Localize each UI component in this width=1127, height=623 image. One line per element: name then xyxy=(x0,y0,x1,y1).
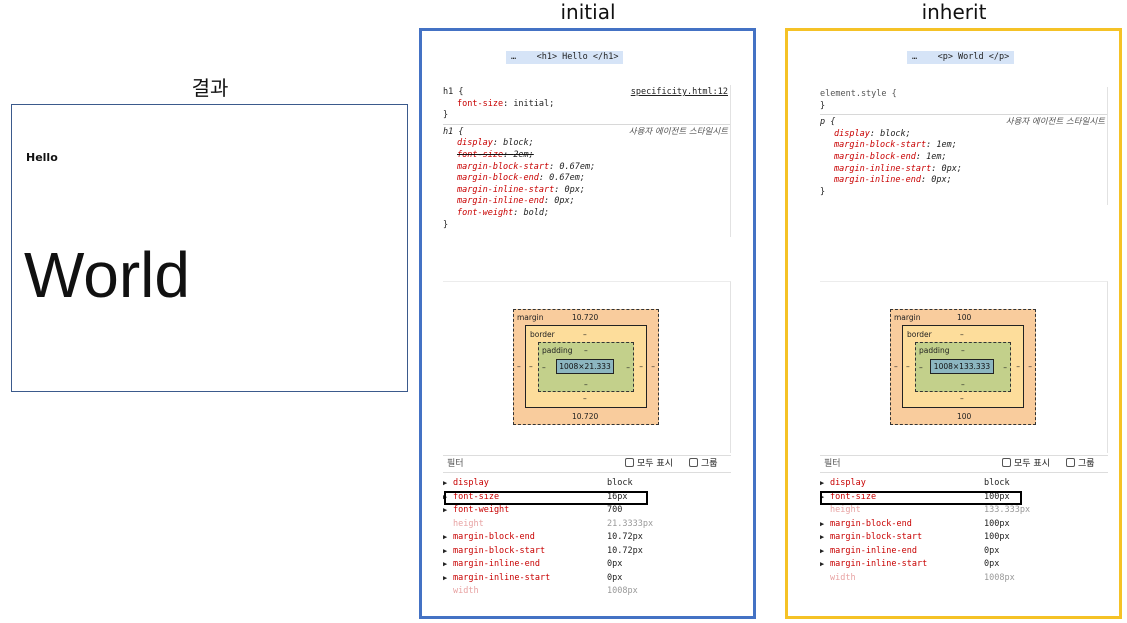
box-padding[interactable]: padding – – – – 1008×133.333 xyxy=(915,342,1011,392)
expand-triangle-icon: ▶ xyxy=(443,573,448,582)
declaration[interactable]: margin-inline-start: 0px; xyxy=(820,164,1107,176)
declaration[interactable]: font-size: initial; xyxy=(443,99,730,111)
filter-input[interactable]: 필터 xyxy=(447,456,464,473)
expand-triangle-icon: ▶ xyxy=(820,533,825,541)
checkbox-icon xyxy=(1002,458,1011,467)
rule-source-link[interactable]: specificity.html:12 xyxy=(631,87,728,99)
rule-close: } xyxy=(443,110,449,121)
declaration[interactable]: margin-inline-end: 0px; xyxy=(443,196,730,208)
filter-input[interactable]: 필터 xyxy=(824,456,841,473)
element-breadcrumb[interactable]: … <h1> Hello </h1> xyxy=(506,51,624,64)
show-all-checkbox[interactable]: 모두 표시 xyxy=(625,456,673,473)
style-rule-p-user-agent: p { 사용자 에이전트 스타일시트 display: block; margi… xyxy=(820,115,1107,200)
expand-triangle-icon: ▶ xyxy=(443,479,448,487)
expand-triangle-icon: ▶ xyxy=(443,506,448,514)
style-rule-h1-author: h1 { specificity.html:12 font-size: init… xyxy=(443,85,730,125)
declaration[interactable]: margin-inline-end: 0px; xyxy=(820,175,1107,187)
box-border[interactable]: border – – – – padding – – – – 1008×21.3… xyxy=(525,325,647,408)
expand-triangle-icon: ▶ xyxy=(820,519,825,528)
box-model-diagram: margin 100 100 – – border – – – – paddin… xyxy=(820,281,1108,453)
style-rule-element-style: element.style { } xyxy=(820,87,1107,116)
inherit-title: inherit xyxy=(921,0,987,24)
rule-source-user-agent: 사용자 에이전트 스타일시트 xyxy=(628,126,728,137)
box-border[interactable]: border – – – – padding – – – – 1008×133.… xyxy=(902,325,1024,408)
expand-triangle-icon: ▶ xyxy=(820,560,825,568)
expand-triangle-icon: ▶ xyxy=(443,546,448,555)
font-size-highlight xyxy=(444,491,648,505)
computed-row[interactable]: ▶ display block xyxy=(443,477,731,491)
checkbox-icon xyxy=(1066,458,1075,467)
rule-close: } xyxy=(820,186,826,197)
declaration[interactable]: margin-block-end: 1em; xyxy=(820,152,1107,164)
declaration[interactable]: margin-block-start: 1em; xyxy=(820,140,1107,152)
rule-close: } xyxy=(443,219,449,230)
computed-row[interactable]: ▶ margin-inline-start 0px xyxy=(820,558,1108,572)
computed-row[interactable]: ▶ margin-inline-end 0px xyxy=(820,545,1108,559)
computed-row[interactable]: ▶ margin-block-start 10.72px xyxy=(443,545,731,559)
computed-row[interactable]: ▶ margin-block-start 100px xyxy=(820,531,1108,545)
box-margin[interactable]: margin 100 100 – – border – – – – paddin… xyxy=(890,309,1036,425)
group-checkbox[interactable]: 그룹 xyxy=(689,456,718,473)
computed-filter-bar: 필터 모두 표시 그룹 xyxy=(820,455,1108,473)
declaration[interactable]: display: block; xyxy=(443,138,730,150)
rule-close: } xyxy=(820,100,826,111)
expand-triangle-icon: ▶ xyxy=(820,546,825,555)
style-rule-h1-user-agent: h1 { 사용자 에이전트 스타일시트 display: block; font… xyxy=(443,125,730,233)
box-model-diagram: margin 10.720 10.720 – – border – – – – … xyxy=(443,281,731,453)
computed-row[interactable]: ▶ margin-inline-end 0px xyxy=(443,558,731,572)
declaration[interactable]: margin-block-start: 0.67em; xyxy=(443,162,730,174)
group-checkbox[interactable]: 그룹 xyxy=(1066,456,1095,473)
world-paragraph: World xyxy=(24,239,190,311)
computed-row[interactable]: ▶ margin-inline-start 0px xyxy=(443,572,731,586)
element-breadcrumb[interactable]: … <p> World </p> xyxy=(907,51,1015,64)
show-all-checkbox[interactable]: 모두 표시 xyxy=(1002,456,1050,473)
computed-filter-bar: 필터 모두 표시 그룹 xyxy=(443,455,731,473)
computed-row[interactable]: height 21.3333px xyxy=(443,518,731,532)
hello-heading: Hello xyxy=(26,151,58,164)
rule-selector[interactable]: element.style { xyxy=(820,89,1107,101)
styles-pane: h1 { specificity.html:12 font-size: init… xyxy=(443,85,731,237)
declaration[interactable]: margin-block-end: 0.67em; xyxy=(443,173,730,185)
box-content[interactable]: 1008×133.333 xyxy=(930,359,994,374)
declaration-overridden[interactable]: font-size: 2em; xyxy=(443,150,730,162)
result-title: 결과 xyxy=(191,76,229,100)
checkbox-icon xyxy=(625,458,634,467)
computed-row[interactable]: height 133.333px xyxy=(820,504,1108,518)
rule-source-user-agent: 사용자 에이전트 스타일시트 xyxy=(1005,117,1105,128)
computed-row[interactable]: ▶ display block xyxy=(820,477,1108,491)
computed-row[interactable]: ▶ font-weight 700 xyxy=(443,504,731,518)
computed-row[interactable]: width 1008px xyxy=(820,572,1108,586)
box-content[interactable]: 1008×21.333 xyxy=(556,359,614,374)
styles-pane: element.style { } p { 사용자 에이전트 스타일시트 dis… xyxy=(820,87,1108,205)
declaration[interactable]: display: block; xyxy=(820,129,1107,141)
computed-row[interactable]: width 1008px xyxy=(443,585,731,599)
expand-triangle-icon: ▶ xyxy=(820,479,825,487)
result-preview: Hello World xyxy=(11,104,408,392)
box-padding[interactable]: padding – – – – 1008×21.333 xyxy=(538,342,634,392)
initial-title: initial xyxy=(560,0,616,24)
declaration[interactable]: font-weight: bold; xyxy=(443,208,730,220)
initial-devtools-panel: … <h1> Hello </h1> h1 { specificity.html… xyxy=(419,28,756,619)
declaration[interactable]: margin-inline-start: 0px; xyxy=(443,185,730,197)
expand-triangle-icon: ▶ xyxy=(443,533,448,541)
computed-row[interactable]: ▶ margin-block-end 10.72px xyxy=(443,531,731,545)
font-size-highlight xyxy=(820,491,1022,505)
checkbox-icon xyxy=(689,458,698,467)
computed-row[interactable]: ▶ margin-block-end 100px xyxy=(820,518,1108,532)
inherit-devtools-panel: … <p> World </p> element.style { } p { 사… xyxy=(785,28,1122,619)
expand-triangle-icon: ▶ xyxy=(443,560,448,568)
box-margin[interactable]: margin 10.720 10.720 – – border – – – – … xyxy=(513,309,659,425)
